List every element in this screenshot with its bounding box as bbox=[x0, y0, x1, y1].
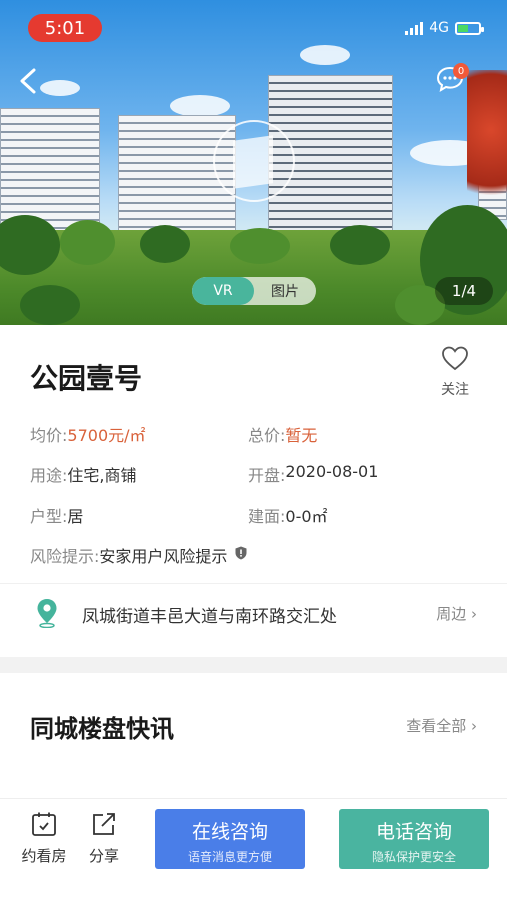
online-consult-button[interactable]: 在线咨询 语音消息更方便 bbox=[155, 809, 305, 869]
total-price-row: 总价: 暂无 bbox=[248, 422, 317, 446]
system-indicators: 4G bbox=[405, 20, 484, 36]
tree bbox=[230, 228, 290, 264]
online-consult-title: 在线咨询 bbox=[191, 821, 268, 843]
layout-label: 户型: bbox=[30, 507, 68, 526]
hero-gallery[interactable]: 5:01 4G 0 VR 图片 1/4 bbox=[0, 0, 507, 325]
area-label: 建面: bbox=[248, 507, 286, 526]
appointment-label: 约看房 bbox=[21, 847, 67, 865]
see-all-label: 查看全部 bbox=[406, 717, 467, 735]
calendar-icon bbox=[32, 812, 56, 836]
total-price-value: 暂无 bbox=[285, 426, 318, 445]
photo-counter: 1/4 bbox=[435, 277, 493, 305]
opening-label: 开盘: bbox=[248, 466, 286, 485]
phone-consult-title: 电话咨询 bbox=[375, 821, 452, 843]
signal-icon bbox=[405, 21, 424, 35]
usage-label: 用途: bbox=[30, 466, 68, 485]
appointment-button[interactable]: 约看房 bbox=[16, 811, 72, 866]
tab-photos[interactable]: 图片 bbox=[254, 277, 316, 305]
online-consult-subtitle: 语音消息更方便 bbox=[187, 850, 272, 864]
property-name: 公园壹号 bbox=[30, 362, 143, 395]
bottom-action-bar: 约看房 分享 在线咨询 语音消息更方便 电话咨询 隐私保护更安全 bbox=[0, 798, 507, 900]
area-value: 0-0㎡ bbox=[285, 507, 328, 526]
status-time: 5:01 bbox=[28, 14, 102, 42]
battery-icon bbox=[455, 21, 484, 35]
opening-value: 2020-08-01 bbox=[285, 462, 379, 481]
usage-value: 住宅,商铺 bbox=[67, 466, 137, 485]
chevron-right-icon: › bbox=[471, 605, 477, 623]
network-type: 4G bbox=[429, 20, 449, 36]
media-tab-switch: VR 图片 bbox=[192, 277, 316, 305]
risk-row[interactable]: 风险提示: 安家用户风险提示 bbox=[30, 543, 247, 567]
nearby-label: 周边 bbox=[436, 605, 467, 623]
news-title: 同城楼盘快讯 bbox=[30, 715, 174, 743]
risk-value: 安家用户风险提示 bbox=[99, 547, 228, 566]
tree bbox=[20, 285, 80, 325]
vr-360-icon[interactable] bbox=[213, 120, 295, 202]
phone-consult-button[interactable]: 电话咨询 隐私保护更安全 bbox=[339, 809, 489, 869]
avg-price-row: 均价: 5700元/㎡ bbox=[30, 422, 146, 446]
nearby-link[interactable]: 周边 › bbox=[436, 603, 477, 624]
cloud bbox=[170, 95, 230, 117]
red-tree bbox=[467, 70, 507, 220]
opening-row: 开盘: 2020-08-01 bbox=[248, 462, 378, 486]
layout-value: 居 bbox=[67, 507, 84, 526]
total-price-label: 总价: bbox=[248, 426, 286, 445]
area-row: 建面: 0-0㎡ bbox=[248, 503, 328, 527]
follow-button[interactable]: 关注 bbox=[439, 345, 471, 399]
message-badge: 0 bbox=[453, 63, 469, 79]
address-text: 凤城街道丰邑大道与南环路交汇处 bbox=[82, 607, 337, 627]
local-news-section: 同城楼盘快讯 查看全部 › bbox=[0, 673, 507, 798]
follow-label: 关注 bbox=[441, 382, 469, 398]
back-arrow-icon[interactable] bbox=[16, 66, 40, 96]
share-button[interactable]: 分享 bbox=[76, 811, 132, 866]
tree bbox=[60, 220, 115, 265]
layout-row: 户型: 居 bbox=[30, 503, 83, 527]
cloud bbox=[300, 45, 350, 65]
tree bbox=[140, 225, 190, 263]
usage-row: 用途: 住宅,商铺 bbox=[30, 462, 137, 486]
cloud bbox=[40, 80, 80, 96]
risk-label: 风险提示: bbox=[30, 547, 100, 566]
chevron-right-icon: › bbox=[471, 717, 477, 735]
tree bbox=[330, 225, 390, 265]
location-pin-icon bbox=[37, 599, 57, 628]
share-icon bbox=[93, 813, 115, 835]
tab-vr[interactable]: VR bbox=[192, 277, 254, 305]
avg-price-value: 5700元/㎡ bbox=[67, 426, 146, 445]
phone-consult-subtitle: 隐私保护更安全 bbox=[371, 850, 456, 864]
see-all-link[interactable]: 查看全部 › bbox=[406, 715, 477, 736]
heart-icon bbox=[442, 346, 468, 371]
address-row[interactable]: 凤城街道丰邑大道与南环路交汇处 周边 › bbox=[0, 583, 507, 641]
avg-price-label: 均价: bbox=[30, 426, 68, 445]
shield-icon bbox=[235, 546, 247, 560]
share-label: 分享 bbox=[88, 847, 119, 865]
property-info-card: 公园壹号 关注 均价: 5700元/㎡ 总价: 暂无 用途: 住宅,商铺 开盘:… bbox=[0, 325, 507, 657]
